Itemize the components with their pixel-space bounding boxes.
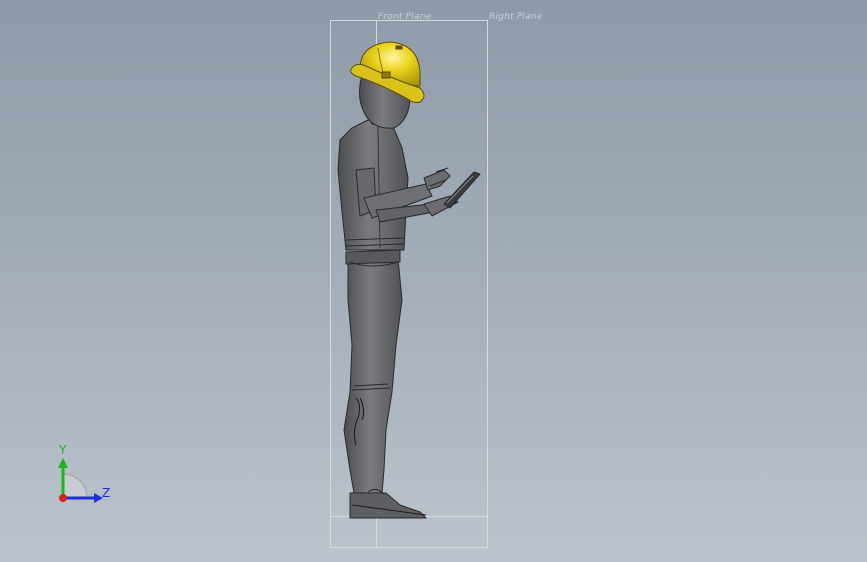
axis-triad[interactable]: Y Z: [40, 438, 120, 518]
left-foot: [349, 492, 427, 519]
left-leg: [343, 257, 403, 494]
right-hand: [423, 169, 451, 191]
triad-z-label: Z: [102, 486, 111, 500]
tablet: [443, 171, 481, 209]
triad-y-label: Y: [59, 443, 67, 457]
graphics-viewport[interactable]: Front Plane Right Plane Y Z: [0, 0, 867, 562]
triad-graphic: [58, 458, 103, 503]
worker-model[interactable]: [0, 0, 867, 562]
